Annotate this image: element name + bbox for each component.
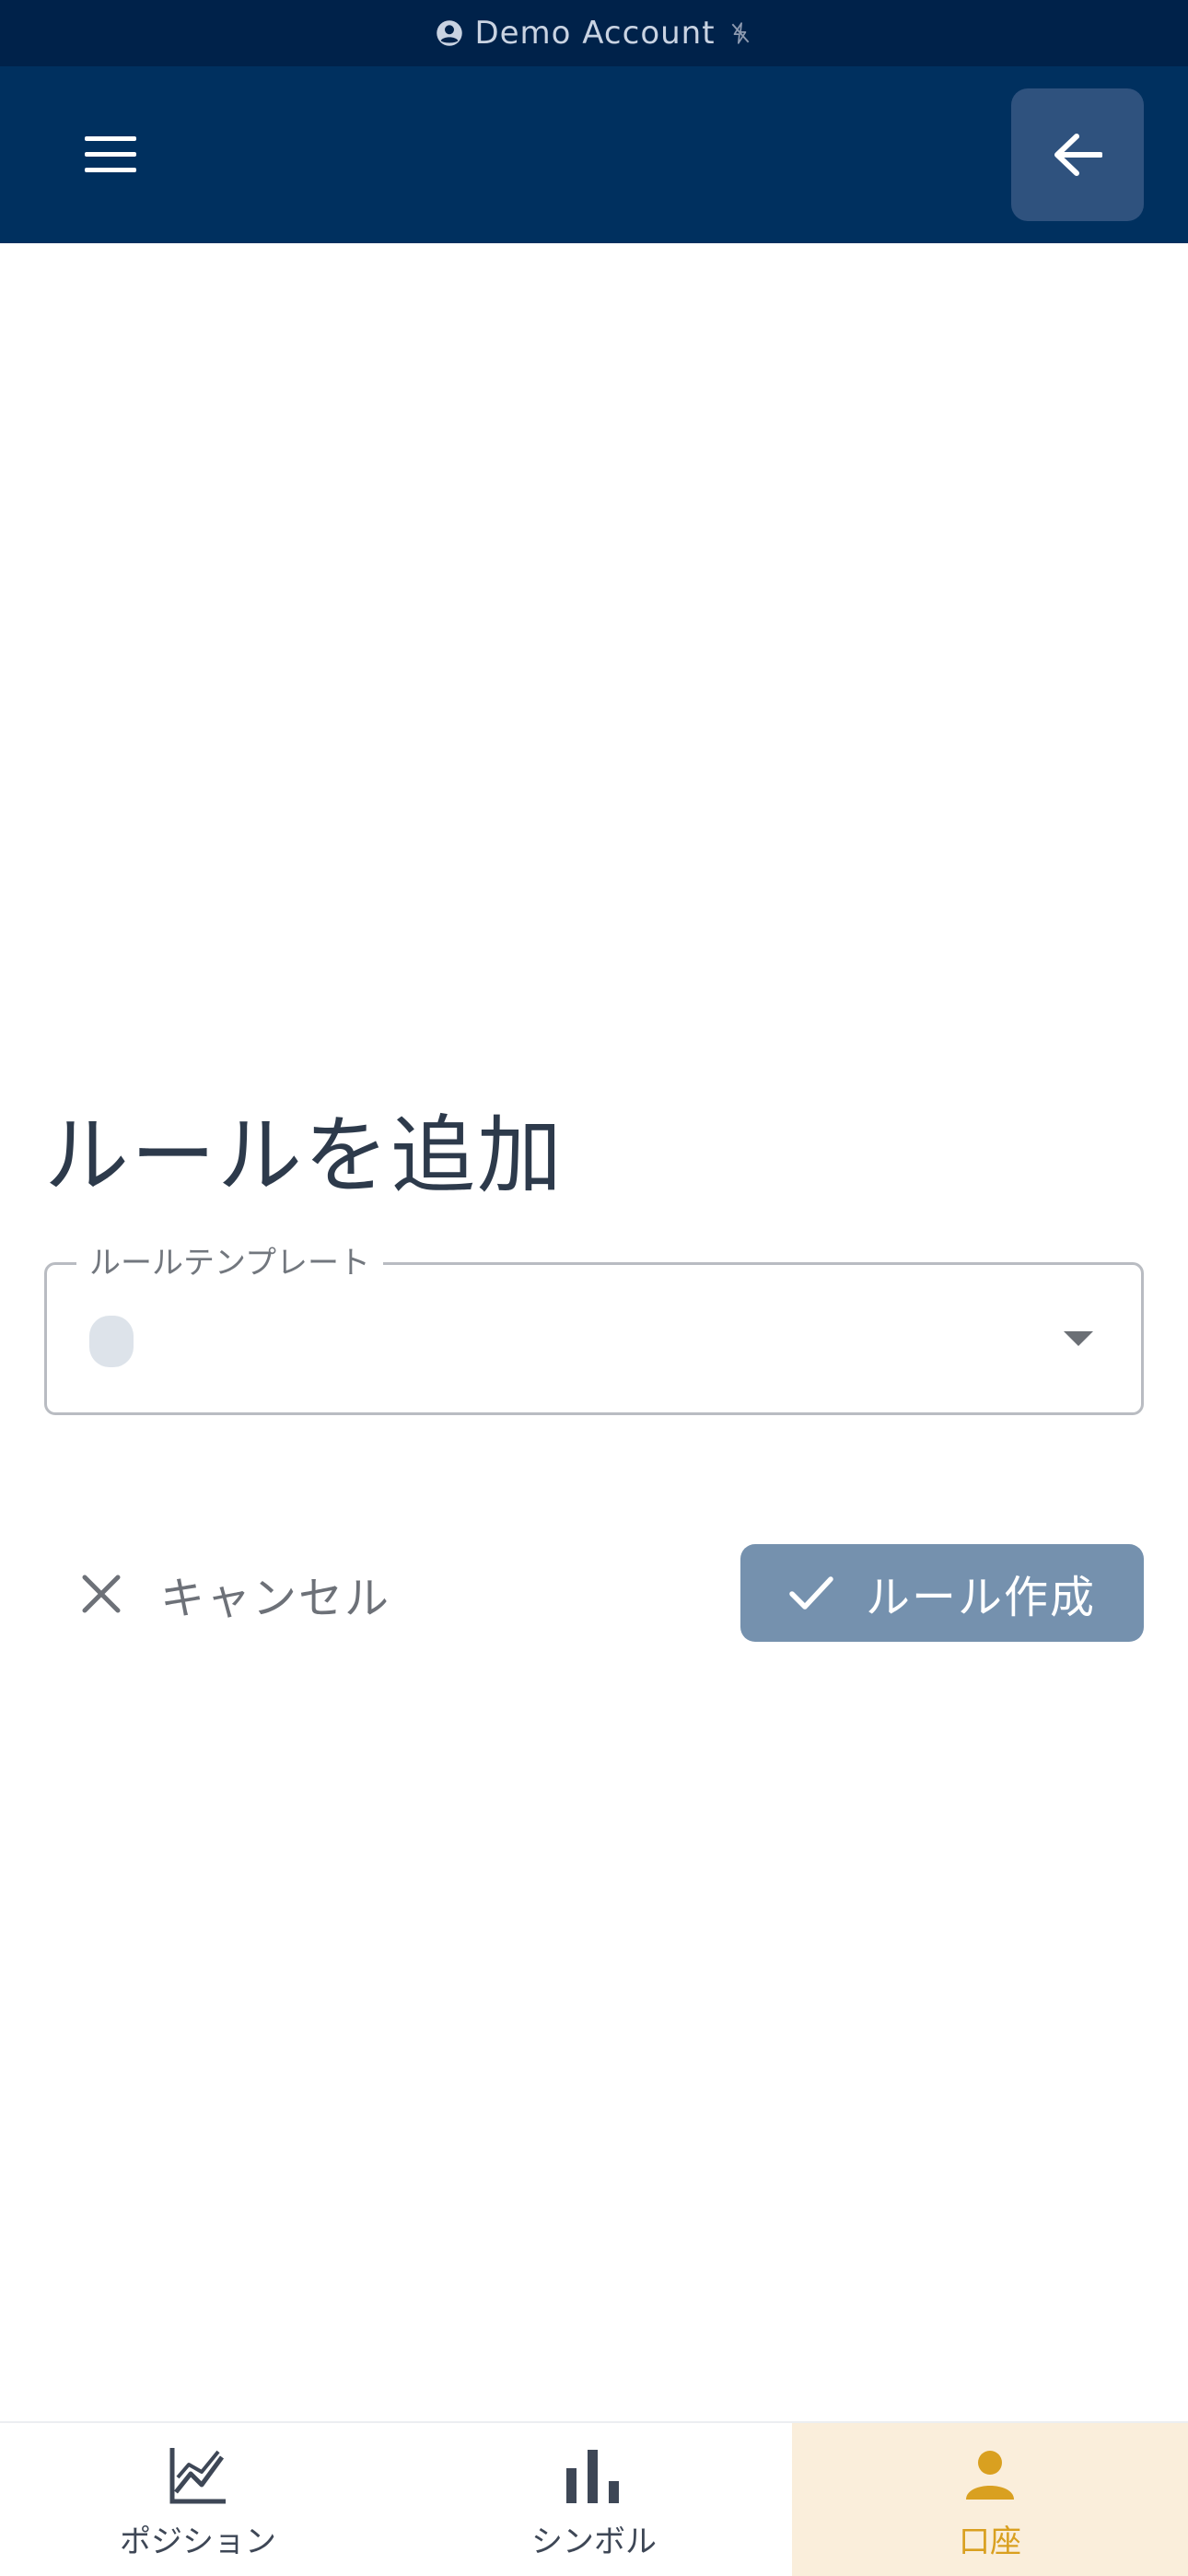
nav-label-symbols: シンボル [531, 2523, 657, 2560]
account-label: Demo Account [474, 15, 716, 52]
person-icon [966, 2450, 1014, 2500]
rule-template-select[interactable]: ルールテンプレート [44, 1245, 1144, 1415]
rule-template-label: ルールテンプレート [76, 1245, 383, 1282]
arrow-back-icon [1054, 134, 1102, 176]
nav-label-positions: ポジション [120, 2523, 276, 2560]
menu-icon [85, 136, 136, 172]
bottom-navigation: ポジション シンボル 口座 [0, 2421, 1188, 2576]
cancel-label: キャンセル [160, 1573, 391, 1624]
account-status-bar: Demo Account [0, 0, 1188, 66]
app-bar [0, 66, 1188, 243]
create-rule-button[interactable]: ルール作成 [740, 1544, 1144, 1642]
line-chart-icon [169, 2447, 226, 2503]
create-rule-label: ルール作成 [865, 1572, 1096, 1623]
back-button[interactable] [1011, 88, 1144, 221]
cancel-button[interactable]: キャンセル [81, 1544, 390, 1644]
nav-item-symbols[interactable]: シンボル [396, 2423, 792, 2576]
nav-label-account: 口座 [959, 2523, 1021, 2560]
offline-bolt-icon [731, 22, 749, 44]
nav-item-account[interactable]: 口座 [792, 2423, 1188, 2576]
page-title: ルールを追加 [44, 1107, 565, 1205]
nav-item-positions[interactable]: ポジション [0, 2423, 396, 2576]
dropdown-arrow-icon [1064, 1331, 1093, 1346]
bar-chart-icon [566, 2449, 619, 2503]
menu-button[interactable] [64, 109, 157, 201]
close-icon [82, 1575, 121, 1613]
account-circle-icon [437, 20, 463, 46]
check-icon [789, 1576, 833, 1610]
rule-template-value [89, 1316, 134, 1367]
